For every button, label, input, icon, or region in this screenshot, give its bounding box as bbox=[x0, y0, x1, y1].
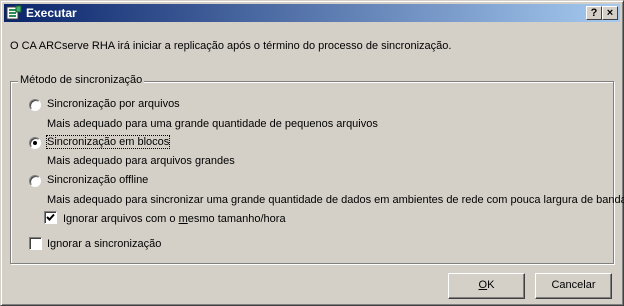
intro-text: O CA ARCserve RHA irá iniciar a replicaç… bbox=[10, 40, 452, 52]
checkmark-icon bbox=[46, 213, 55, 221]
cancel-button[interactable]: Cancelar bbox=[535, 273, 612, 299]
help-button[interactable]: ? bbox=[586, 6, 602, 20]
radio-selected-dot bbox=[33, 141, 37, 145]
ignore-same-size-text-post: esmo tamanho/hora bbox=[187, 213, 286, 225]
ignore-same-size-accesskey: m bbox=[178, 213, 188, 225]
ignore-sync-label[interactable]: Ignorar a sincronização bbox=[47, 238, 161, 250]
radio-file-sync[interactable] bbox=[29, 99, 41, 111]
ok-accesskey: O bbox=[478, 279, 488, 291]
title-bar[interactable]: Executar ? × bbox=[4, 4, 620, 22]
ignore-sync-checkbox[interactable] bbox=[29, 237, 42, 250]
close-button[interactable]: × bbox=[602, 6, 618, 20]
radio-block-sync[interactable] bbox=[29, 137, 41, 149]
file-sync-description: Mais adequado para uma grande quantidade… bbox=[47, 118, 378, 130]
ok-label-rest: K bbox=[487, 279, 495, 291]
executar-dialog: Executar ? × O CA ARCserve RHA irá inici… bbox=[0, 0, 624, 306]
sync-method-legend: Método de sincronização bbox=[18, 74, 145, 86]
ignore-same-size-label[interactable]: Ignorar arquivos com o mesmo tamanho/hor… bbox=[63, 213, 286, 225]
ok-button[interactable]: OK bbox=[448, 273, 525, 299]
ignore-same-size-checkbox[interactable] bbox=[44, 211, 57, 224]
radio-offline-sync[interactable] bbox=[29, 175, 41, 187]
radio-offline-sync-label[interactable]: Sincronização offline bbox=[47, 174, 148, 186]
offline-sync-description: Mais adequado para sincronizar uma grand… bbox=[47, 194, 624, 206]
radio-block-sync-label[interactable]: Sincronização em blocos bbox=[45, 135, 171, 149]
ignore-same-size-text-pre: Ignorar arquivos com o bbox=[63, 213, 179, 225]
app-icon bbox=[6, 5, 22, 20]
window-title: Executar bbox=[26, 6, 77, 20]
radio-file-sync-label[interactable]: Sincronização por arquivos bbox=[47, 98, 180, 110]
block-sync-description: Mais adequado para arquivos grandes bbox=[47, 155, 235, 167]
